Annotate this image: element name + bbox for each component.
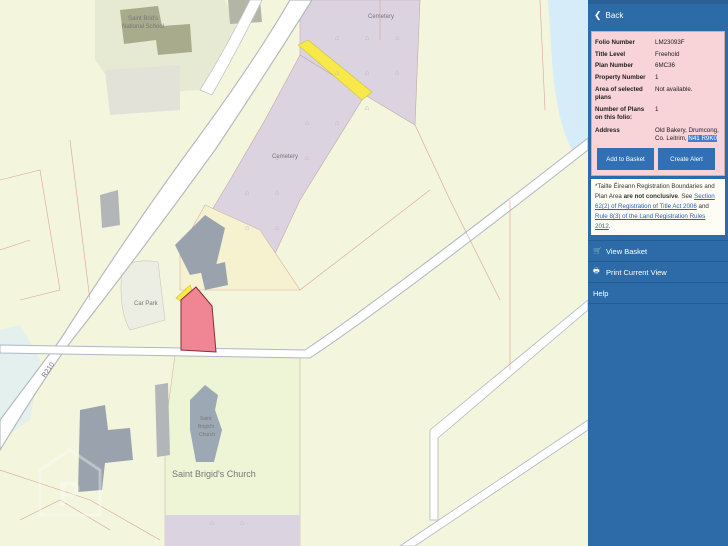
watermark-text: P <box>58 475 81 513</box>
svg-text:⌂: ⌂ <box>210 520 214 527</box>
svg-text:⌂: ⌂ <box>305 155 309 162</box>
folio-info-box: Folio Number LM23093F Title Level Freeho… <box>591 31 725 176</box>
details-panel: ❮ Back Folio Number LM23093F Title Level… <box>588 0 728 546</box>
title-level-value: Freehold <box>655 51 680 58</box>
address-key: Address <box>595 127 620 134</box>
folio-number-key: Folio Number <box>595 39 635 46</box>
svg-text:⌂: ⌂ <box>395 35 399 42</box>
note-bold: are not conclusive <box>623 193 678 200</box>
building-strip <box>155 383 170 457</box>
label-school-line2: National School <box>122 24 164 30</box>
map-view[interactable]: ⌂ ⌂ ⌂ ⌂ ⌂ ⌂ ⌂ ⌂ ⌂ ⌂ ⌂ ⌂ ⌂ ⌂ ⌂ ⌂ ⌂ Saint Brid's Nat… <box>0 0 588 546</box>
label-car-park: Car Park <box>134 301 159 307</box>
view-basket-label: View Basket <box>606 246 648 256</box>
divider-4 <box>588 303 728 304</box>
svg-text:⌂: ⌂ <box>245 190 249 197</box>
create-alert-button[interactable]: Create Alert <box>658 148 715 170</box>
svg-text:⌂: ⌂ <box>305 120 309 127</box>
property-number-key: Property Number <box>595 74 646 81</box>
map-canvas[interactable]: ⌂ ⌂ ⌂ ⌂ ⌂ ⌂ ⌂ ⌂⌂ ⌂ ⌂ ⌂ ⌂ ⌂ ⌂ ⌂ ⌂ Saint Brid's Nat… <box>0 0 588 546</box>
address-value: Old Bakery, Drumcong, Co. Leitrim, N41 R… <box>655 127 725 143</box>
label-church-small-2: Brigid's <box>198 424 215 430</box>
cemetery-lower <box>165 515 300 546</box>
svg-text:⌂: ⌂ <box>275 190 279 197</box>
svg-text:⌂: ⌂ <box>275 225 279 232</box>
label-cemetery-top: Cemetery <box>368 14 394 20</box>
address-eircode[interactable]: N41 R9K0 <box>688 135 717 142</box>
back-label: Back <box>605 10 624 20</box>
svg-text:⌂: ⌂ <box>365 70 369 77</box>
print-label: Print Current View <box>606 267 667 277</box>
note-text-4: . <box>608 223 611 230</box>
view-basket-link[interactable]: 🛒 View Basket <box>588 241 728 261</box>
car-park <box>120 260 166 331</box>
back-button[interactable]: ❮ Back <box>588 4 728 26</box>
svg-text:⌂: ⌂ <box>335 120 339 127</box>
school-field <box>105 65 180 115</box>
plans-count-value: 1 <box>655 106 659 113</box>
svg-text:⌂: ⌂ <box>365 35 369 42</box>
building-west <box>100 190 120 228</box>
label-cemetery-mid: Cemetery <box>272 154 298 160</box>
rule-8-link[interactable]: Rule 8(3) of the Land Registration Rules… <box>595 213 705 230</box>
svg-text:⌂: ⌂ <box>365 105 369 112</box>
plan-number-value: 6MC36 <box>655 62 675 69</box>
disclaimer-note: *Tailte Éireann Registration Boundaries … <box>591 179 725 235</box>
chevron-left-icon: ❮ <box>594 9 602 20</box>
area-value: Not available. <box>655 86 693 93</box>
label-church-small-1: Saint <box>200 416 212 422</box>
svg-text:⌂: ⌂ <box>395 70 399 77</box>
svg-text:⌂: ⌂ <box>240 520 244 527</box>
svg-text:⌂: ⌂ <box>335 70 339 77</box>
label-school-line1: Saint Brid's <box>128 16 158 22</box>
help-link[interactable]: Help <box>588 283 728 303</box>
area-key: Area of selected plans <box>595 86 643 101</box>
note-text-2: . See <box>677 193 695 200</box>
property-number-value: 1 <box>655 74 659 81</box>
add-to-basket-button[interactable]: Add to Basket <box>597 148 654 170</box>
print-view-link[interactable]: 🖶 Print Current View <box>588 262 728 282</box>
help-label: Help <box>593 288 609 298</box>
label-church-small-3: Church <box>199 432 215 438</box>
cart-icon: 🛒 <box>593 248 602 255</box>
plan-number-key: Plan Number <box>595 62 634 69</box>
folio-number-value: LM23093F <box>655 39 685 46</box>
note-text-3: and <box>696 203 709 210</box>
svg-text:⌂: ⌂ <box>245 225 249 232</box>
svg-text:⌂: ⌂ <box>335 35 339 42</box>
print-icon: 🖶 <box>593 267 600 275</box>
title-level-key: Title Level <box>595 51 626 58</box>
label-church: Saint Brigid's Church <box>172 469 256 479</box>
plans-count-key: Number of Plans on this folio: <box>595 106 645 121</box>
